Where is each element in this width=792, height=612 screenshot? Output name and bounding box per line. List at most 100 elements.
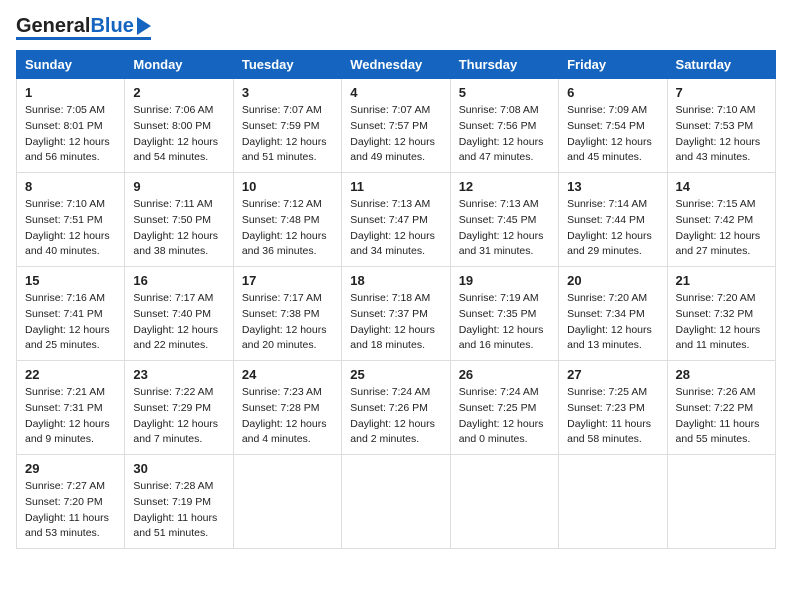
day-cell-29: 29 Sunrise: 7:27 AMSunset: 7:20 PMDayligh…: [17, 455, 125, 549]
day-cell-4: 4Sunrise: 7:07 AMSunset: 7:57 PMDaylight…: [342, 79, 450, 173]
day-info: Sunrise: 7:20 AMSunset: 7:34 PMDaylight:…: [567, 291, 658, 354]
day-info: Sunrise: 7:28 AMSunset: 7:19 PMDaylight:…: [133, 479, 224, 542]
day-info: Sunrise: 7:26 AMSunset: 7:22 PMDaylight:…: [676, 385, 767, 448]
day-info: Sunrise: 7:07 AMSunset: 7:57 PMDaylight:…: [350, 103, 441, 166]
logo-text: GeneralBlue: [16, 16, 134, 36]
day-cell-11: 11 Sunrise: 7:13 AMSunset: 7:47 PMDayligh…: [342, 173, 450, 267]
week-row-2: 8 Sunrise: 7:10 AMSunset: 7:51 PMDaylight…: [17, 173, 776, 267]
day-cell-21: 21 Sunrise: 7:20 AMSunset: 7:32 PMDayligh…: [667, 267, 775, 361]
col-header-friday: Friday: [559, 51, 667, 79]
day-number: 28: [676, 367, 767, 382]
day-cell-7: 7 Sunrise: 7:10 AMSunset: 7:53 PMDaylight…: [667, 79, 775, 173]
day-number: 3: [242, 85, 333, 100]
day-cell-3: 3 Sunrise: 7:07 AMSunset: 7:59 PMDaylight…: [233, 79, 341, 173]
empty-cell: [667, 455, 775, 549]
logo-chevron-icon: [137, 17, 151, 35]
day-number: 21: [676, 273, 767, 288]
day-number: 27: [567, 367, 658, 382]
col-header-sunday: Sunday: [17, 51, 125, 79]
day-number: 16: [133, 273, 224, 288]
day-number: 25: [350, 367, 441, 382]
day-number: 26: [459, 367, 550, 382]
day-number: 20: [567, 273, 658, 288]
day-info: Sunrise: 7:27 AMSunset: 7:20 PMDaylight:…: [25, 479, 116, 542]
day-cell-22: 22Sunrise: 7:21 AMSunset: 7:31 PMDayligh…: [17, 361, 125, 455]
day-cell-26: 26 Sunrise: 7:24 AMSunset: 7:25 PMDayligh…: [450, 361, 558, 455]
day-cell-28: 28 Sunrise: 7:26 AMSunset: 7:22 PMDayligh…: [667, 361, 775, 455]
day-info: Sunrise: 7:21 AMSunset: 7:31 PMDaylight:…: [25, 385, 116, 448]
day-number: 29: [25, 461, 116, 476]
day-info: Sunrise: 7:20 AMSunset: 7:32 PMDaylight:…: [676, 291, 767, 354]
day-cell-2: 2 Sunrise: 7:06 AMSunset: 8:00 PMDaylight…: [125, 79, 233, 173]
week-row-3: 15Sunrise: 7:16 AMSunset: 7:41 PMDayligh…: [17, 267, 776, 361]
day-info: Sunrise: 7:08 AMSunset: 7:56 PMDaylight:…: [459, 103, 550, 166]
logo-underline: [16, 37, 151, 40]
day-info: Sunrise: 7:07 AMSunset: 7:59 PMDaylight:…: [242, 103, 333, 166]
day-info: Sunrise: 7:10 AMSunset: 7:51 PMDaylight:…: [25, 197, 116, 260]
week-row-4: 22Sunrise: 7:21 AMSunset: 7:31 PMDayligh…: [17, 361, 776, 455]
col-header-saturday: Saturday: [667, 51, 775, 79]
day-cell-27: 27 Sunrise: 7:25 AMSunset: 7:23 PMDayligh…: [559, 361, 667, 455]
col-header-wednesday: Wednesday: [342, 51, 450, 79]
day-cell-30: 30Sunrise: 7:28 AMSunset: 7:19 PMDayligh…: [125, 455, 233, 549]
day-info: Sunrise: 7:24 AMSunset: 7:25 PMDaylight:…: [459, 385, 550, 448]
day-cell-24: 24 Sunrise: 7:23 AMSunset: 7:28 PMDayligh…: [233, 361, 341, 455]
day-cell-19: 19Sunrise: 7:19 AMSunset: 7:35 PMDayligh…: [450, 267, 558, 361]
day-number: 10: [242, 179, 333, 194]
day-cell-6: 6 Sunrise: 7:09 AMSunset: 7:54 PMDaylight…: [559, 79, 667, 173]
empty-cell: [450, 455, 558, 549]
day-info: Sunrise: 7:12 AMSunset: 7:48 PMDaylight:…: [242, 197, 333, 260]
day-number: 23: [133, 367, 224, 382]
day-cell-17: 17 Sunrise: 7:17 AMSunset: 7:38 PMDayligh…: [233, 267, 341, 361]
day-cell-16: 16 Sunrise: 7:17 AMSunset: 7:40 PMDayligh…: [125, 267, 233, 361]
day-info: Sunrise: 7:05 AMSunset: 8:01 PMDaylight:…: [25, 103, 116, 166]
day-number: 24: [242, 367, 333, 382]
day-info: Sunrise: 7:23 AMSunset: 7:28 PMDaylight:…: [242, 385, 333, 448]
day-info: Sunrise: 7:09 AMSunset: 7:54 PMDaylight:…: [567, 103, 658, 166]
day-cell-13: 13Sunrise: 7:14 AMSunset: 7:44 PMDayligh…: [559, 173, 667, 267]
day-info: Sunrise: 7:13 AMSunset: 7:45 PMDaylight:…: [459, 197, 550, 260]
day-cell-15: 15Sunrise: 7:16 AMSunset: 7:41 PMDayligh…: [17, 267, 125, 361]
calendar-table: SundayMondayTuesdayWednesdayThursdayFrid…: [16, 50, 776, 549]
day-info: Sunrise: 7:18 AMSunset: 7:37 PMDaylight:…: [350, 291, 441, 354]
day-number: 8: [25, 179, 116, 194]
day-info: Sunrise: 7:10 AMSunset: 7:53 PMDaylight:…: [676, 103, 767, 166]
day-info: Sunrise: 7:17 AMSunset: 7:38 PMDaylight:…: [242, 291, 333, 354]
day-number: 18: [350, 273, 441, 288]
day-info: Sunrise: 7:13 AMSunset: 7:47 PMDaylight:…: [350, 197, 441, 260]
day-number: 1: [25, 85, 116, 100]
day-info: Sunrise: 7:25 AMSunset: 7:23 PMDaylight:…: [567, 385, 658, 448]
day-number: 17: [242, 273, 333, 288]
week-row-1: 1 Sunrise: 7:05 AMSunset: 8:01 PMDaylight…: [17, 79, 776, 173]
day-cell-23: 23 Sunrise: 7:22 AMSunset: 7:29 PMDayligh…: [125, 361, 233, 455]
day-number: 12: [459, 179, 550, 194]
day-info: Sunrise: 7:06 AMSunset: 8:00 PMDaylight:…: [133, 103, 224, 166]
day-info: Sunrise: 7:24 AMSunset: 7:26 PMDaylight:…: [350, 385, 441, 448]
day-cell-18: 18 Sunrise: 7:18 AMSunset: 7:37 PMDayligh…: [342, 267, 450, 361]
empty-cell: [559, 455, 667, 549]
week-row-5: 29 Sunrise: 7:27 AMSunset: 7:20 PMDayligh…: [17, 455, 776, 549]
day-info: Sunrise: 7:17 AMSunset: 7:40 PMDaylight:…: [133, 291, 224, 354]
day-info: Sunrise: 7:11 AMSunset: 7:50 PMDaylight:…: [133, 197, 224, 260]
day-info: Sunrise: 7:22 AMSunset: 7:29 PMDaylight:…: [133, 385, 224, 448]
day-cell-5: 5 Sunrise: 7:08 AMSunset: 7:56 PMDaylight…: [450, 79, 558, 173]
day-number: 13: [567, 179, 658, 194]
day-info: Sunrise: 7:16 AMSunset: 7:41 PMDaylight:…: [25, 291, 116, 354]
logo: GeneralBlue: [16, 16, 151, 40]
page-header: GeneralBlue: [16, 16, 776, 40]
day-cell-25: 25 Sunrise: 7:24 AMSunset: 7:26 PMDayligh…: [342, 361, 450, 455]
day-number: 5: [459, 85, 550, 100]
day-number: 7: [676, 85, 767, 100]
day-cell-9: 9Sunrise: 7:11 AMSunset: 7:50 PMDaylight…: [125, 173, 233, 267]
empty-cell: [342, 455, 450, 549]
day-number: 11: [350, 179, 441, 194]
day-cell-12: 12 Sunrise: 7:13 AMSunset: 7:45 PMDayligh…: [450, 173, 558, 267]
day-number: 19: [459, 273, 550, 288]
day-cell-14: 14Sunrise: 7:15 AMSunset: 7:42 PMDayligh…: [667, 173, 775, 267]
empty-cell: [233, 455, 341, 549]
col-header-thursday: Thursday: [450, 51, 558, 79]
col-header-tuesday: Tuesday: [233, 51, 341, 79]
day-number: 2: [133, 85, 224, 100]
day-number: 6: [567, 85, 658, 100]
day-number: 14: [676, 179, 767, 194]
